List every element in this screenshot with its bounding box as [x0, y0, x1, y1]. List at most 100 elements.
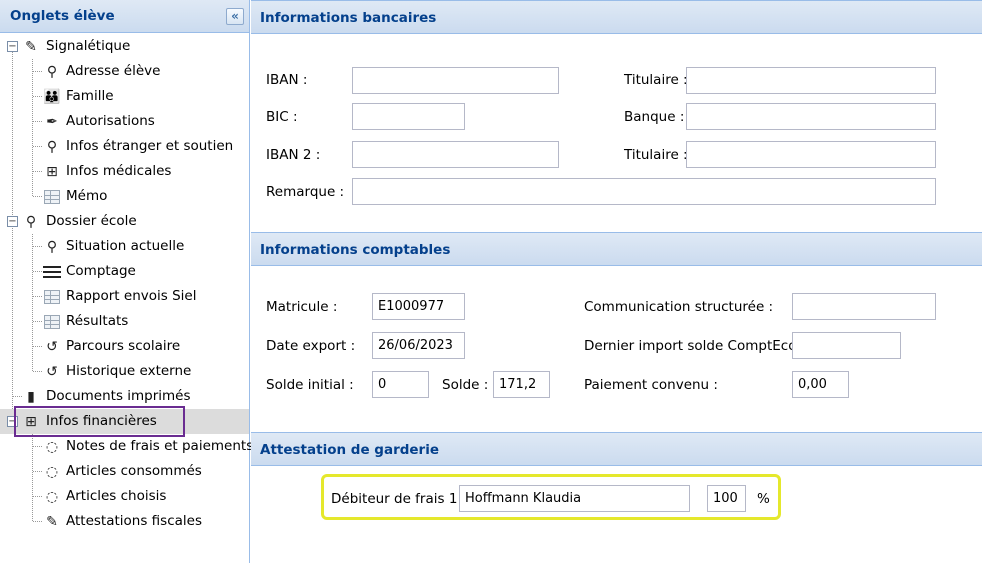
matricule-label: Matricule :	[266, 299, 338, 315]
percent-unit: %	[757, 491, 770, 507]
banque-label: Banque :	[624, 109, 685, 125]
paiement-convenu-input[interactable]	[792, 371, 849, 398]
tree-item-rapport-envois-siel[interactable]: Rapport envois Siel	[0, 284, 249, 309]
tree-item-articles-choisis[interactable]: ◌ Articles choisis	[0, 484, 249, 509]
tree-node-label: Infos financières	[46, 413, 157, 429]
tree-item-label: Autorisations	[66, 113, 155, 129]
tree-item-historique-externe[interactable]: ↺ Historique externe	[0, 359, 249, 384]
percent-input[interactable]	[707, 485, 746, 512]
tree-item-label: Articles choisis	[66, 488, 167, 504]
tree-node-label: Signalétique	[46, 38, 131, 54]
menu-lines-icon	[43, 263, 61, 281]
tree-item-label: Parcours scolaire	[66, 338, 181, 354]
tree-item-label: Infos étranger et soutien	[66, 138, 234, 154]
piggy-bank-icon: ◌	[45, 489, 59, 505]
tree-item-label: Situation actuelle	[66, 238, 185, 254]
map-marker-icon: ⚲	[46, 64, 58, 80]
history-icon: ↺	[46, 364, 58, 380]
printer-icon: ▮	[27, 389, 35, 405]
debiteur-label: Débiteur de frais 1 :	[331, 491, 467, 507]
tree-node-dossier-ecole[interactable]: − ⚲ Dossier école	[0, 209, 249, 234]
collapse-toggle-icon[interactable]: −	[7, 216, 18, 227]
iban-input[interactable]	[352, 67, 559, 94]
tree-item-infos-medicales[interactable]: ⊞ Infos médicales	[0, 159, 249, 184]
main-content: Informations bancaires IBAN : Titulaire …	[251, 0, 982, 563]
piggy-bank-icon: ◌	[45, 439, 59, 455]
tree-item-situation-actuelle[interactable]: ⚲ Situation actuelle	[0, 234, 249, 259]
dernier-import-input[interactable]	[792, 332, 901, 359]
tree-item-resultats[interactable]: Résultats	[0, 309, 249, 334]
tree-item-label: Notes de frais et paiements	[66, 438, 254, 454]
map-marker-icon: ⚲	[25, 214, 37, 230]
section-header-daycare: Attestation de garderie	[251, 432, 982, 466]
titulaire2-input[interactable]	[686, 141, 936, 168]
tree-item-label: Historique externe	[66, 363, 192, 379]
collapse-toggle-icon[interactable]: −	[7, 41, 18, 52]
student-tabs-panel: Onglets élève « − ✎ Signalétique ⚲ Adres…	[0, 0, 253, 563]
tree-item-articles-consommes[interactable]: ◌ Articles consommés	[0, 459, 249, 484]
tree-item-label: Résultats	[66, 313, 129, 329]
debiteur-input[interactable]	[459, 485, 690, 512]
date-export-label: Date export :	[266, 338, 356, 354]
tree-item-label: Infos médicales	[66, 163, 172, 179]
titulaire-input[interactable]	[686, 67, 936, 94]
grid-icon	[43, 313, 61, 331]
solde-label: Solde :	[442, 377, 489, 393]
tree-item-comptage[interactable]: Comptage	[0, 259, 249, 284]
section-header-accounting: Informations comptables	[251, 232, 982, 266]
bic-label: BIC :	[266, 109, 298, 125]
banque-input[interactable]	[686, 103, 936, 130]
titulaire2-label: Titulaire :	[624, 147, 688, 163]
tree-item-parcours-scolaire[interactable]: ↺ Parcours scolaire	[0, 334, 249, 359]
pen-icon: ✒	[46, 114, 58, 130]
history-icon: ↺	[46, 339, 58, 355]
iban-label: IBAN :	[266, 72, 308, 88]
edit-document-icon: ✎	[46, 514, 58, 530]
paiement-convenu-label: Paiement convenu :	[584, 377, 718, 393]
iban2-label: IBAN 2 :	[266, 147, 321, 163]
finance-icon: ⊞	[25, 414, 37, 430]
double-chevron-left-icon: «	[231, 9, 239, 23]
tree-node-documents-imprimes[interactable]: ▮ Documents imprimés	[0, 384, 249, 409]
bic-input[interactable]	[352, 103, 465, 130]
tree-item-adresse-eleve[interactable]: ⚲ Adresse élève	[0, 59, 249, 84]
tree-item-label: Comptage	[66, 263, 136, 279]
tree-node-label: Dossier école	[46, 213, 137, 229]
panel-title: Onglets élève	[10, 8, 115, 24]
medical-icon: ⊞	[46, 164, 58, 180]
section-title: Attestation de garderie	[260, 442, 439, 458]
communication-structuree-label: Communication structurée :	[584, 299, 774, 315]
dernier-import-label: Dernier import solde ComptEco :	[584, 338, 806, 354]
collapse-toggle-icon[interactable]: −	[7, 416, 18, 427]
piggy-bank-icon: ◌	[45, 464, 59, 480]
tree-node-label: Documents imprimés	[46, 388, 191, 404]
matricule-input[interactable]	[372, 293, 465, 320]
magnifier-icon: ⚲	[46, 239, 58, 255]
tree-item-label: Famille	[66, 88, 114, 104]
tree-item-memo[interactable]: Mémo	[0, 184, 249, 209]
remarque-input[interactable]	[352, 178, 936, 205]
tree-item-attestations-fiscales[interactable]: ✎ Attestations fiscales	[0, 509, 249, 534]
solde-input[interactable]	[493, 371, 550, 398]
grid-icon	[43, 288, 61, 306]
section-header-bank: Informations bancaires	[251, 0, 982, 34]
tree-item-autorisations[interactable]: ✒ Autorisations	[0, 109, 249, 134]
tabs-tree: − ✎ Signalétique ⚲ Adresse élève 👪 Famil…	[0, 34, 253, 534]
solde-initial-label: Solde initial :	[266, 377, 354, 393]
tree-item-famille[interactable]: 👪 Famille	[0, 84, 249, 109]
tree-item-infos-etranger[interactable]: ⚲ Infos étranger et soutien	[0, 134, 249, 159]
remarque-label: Remarque :	[266, 184, 345, 200]
collapse-panel-button[interactable]: «	[226, 8, 244, 25]
tree-item-notes-de-frais[interactable]: ◌ Notes de frais et paiements	[0, 434, 253, 459]
date-export-input[interactable]	[372, 332, 465, 359]
iban2-input[interactable]	[352, 141, 559, 168]
solde-initial-input[interactable]	[372, 371, 429, 398]
tree-node-infos-financieres[interactable]: − ⊞ Infos financières	[0, 409, 249, 434]
tree-item-label: Rapport envois Siel	[66, 288, 197, 304]
communication-structuree-input[interactable]	[792, 293, 936, 320]
pin-icon: ⚲	[46, 139, 58, 155]
tree-node-signaletique[interactable]: − ✎ Signalétique	[0, 34, 249, 59]
grid-icon	[43, 188, 61, 206]
section-title: Informations bancaires	[260, 10, 437, 26]
tree-item-label: Articles consommés	[66, 463, 202, 479]
